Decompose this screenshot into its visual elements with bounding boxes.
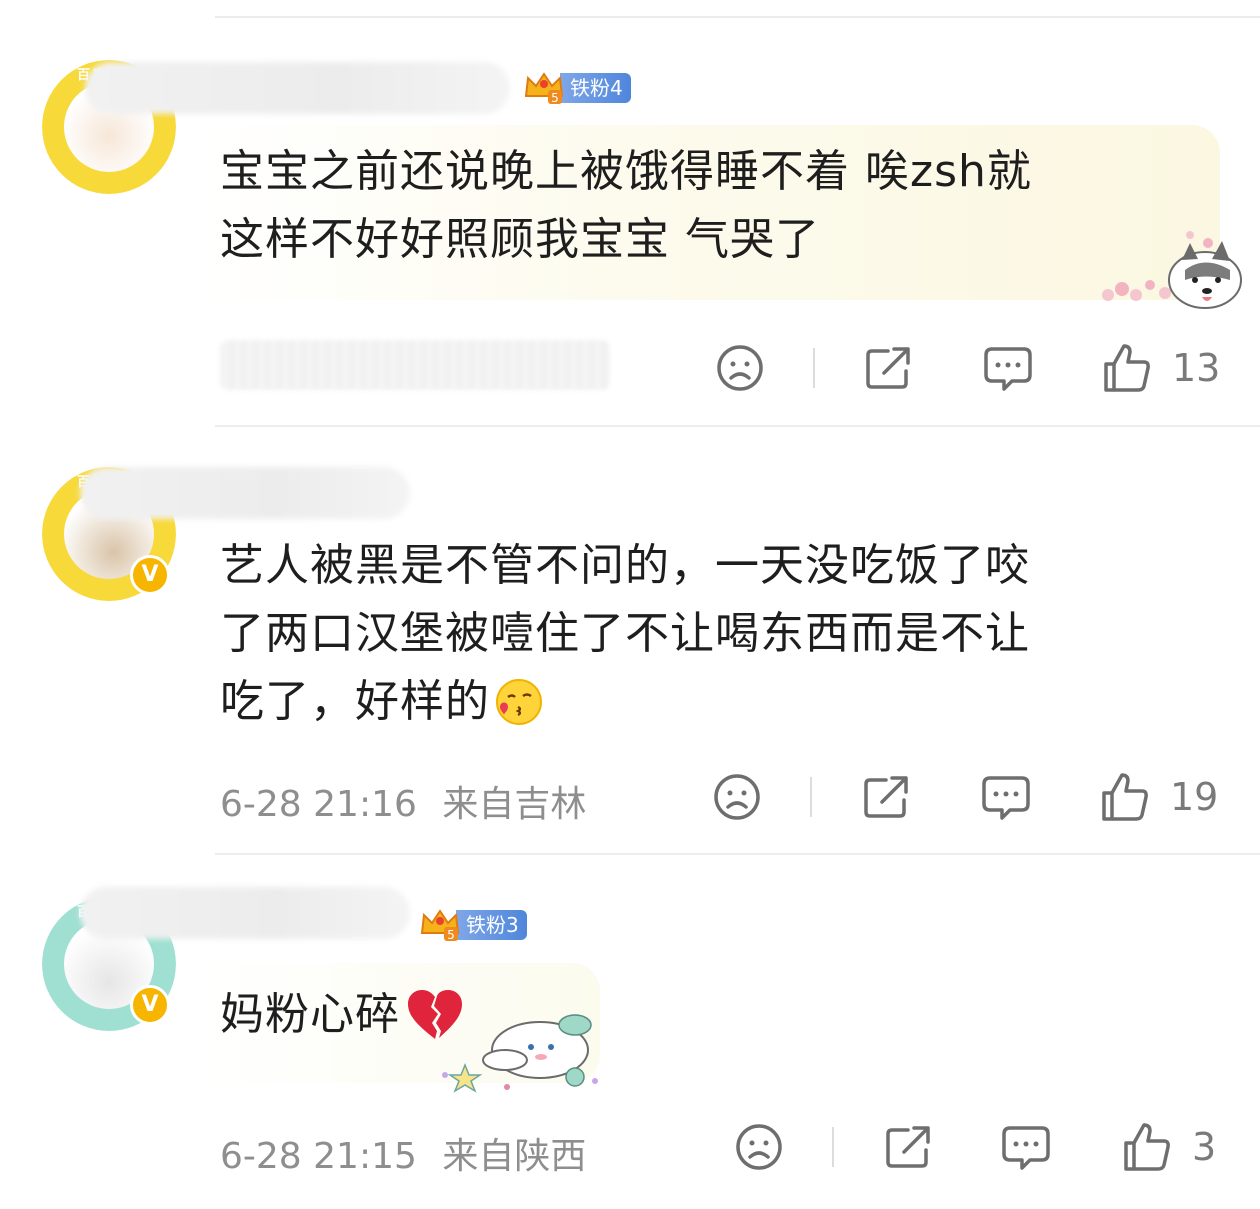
thumbs-up-icon — [1100, 342, 1152, 394]
comment-line-last: 吃了，好样的 — [220, 668, 1030, 736]
cinnamoroll-bubble-decoration — [435, 1005, 625, 1095]
sad-face-icon — [715, 343, 765, 393]
action-separator — [810, 777, 812, 817]
comment-bubble-icon — [980, 772, 1032, 822]
share-button[interactable] — [862, 338, 914, 398]
share-button[interactable] — [860, 767, 912, 827]
crown-icon: 5 — [522, 70, 566, 106]
action-separator — [813, 348, 815, 388]
action-bar: 19 — [0, 767, 1260, 827]
dislike-button[interactable] — [734, 1117, 784, 1177]
comment-content[interactable]: 宝宝之前还说晚上被饿得睡不着 唉zsh就 这样不好好照顾我宝宝 气哭了 — [220, 138, 1032, 274]
username-blurred[interactable] — [80, 887, 410, 939]
action-bar: 3 — [0, 1117, 1260, 1177]
verified-badge: V — [130, 985, 170, 1025]
username-blurred[interactable] — [80, 467, 410, 519]
like-count: 3 — [1192, 1125, 1217, 1169]
fan-badge[interactable]: 5 铁粉3 — [418, 907, 527, 943]
share-icon — [860, 772, 912, 822]
verified-badge: V — [130, 555, 170, 595]
thumbs-up-icon — [1120, 1121, 1172, 1173]
kiss-face-emoji — [494, 677, 544, 727]
fan-badge-label: 铁粉4 — [560, 73, 631, 103]
husky-bubble-decoration — [1090, 225, 1250, 315]
comment-line: 宝宝之前还说晚上被饿得睡不着 唉zsh就 — [220, 146, 1032, 197]
like-button[interactable]: 3 — [1120, 1117, 1216, 1177]
comment-content[interactable]: 艺人被黑是不管不问的，一天没吃饭了咬 了两口汉堡被噎住了不让喝东西而是不让 吃了… — [220, 532, 1030, 736]
comment-line: 艺人被黑是不管不问的，一天没吃饭了咬 — [220, 540, 1030, 591]
sad-face-icon — [734, 1122, 784, 1172]
reply-button[interactable] — [980, 767, 1032, 827]
like-count: 19 — [1170, 775, 1219, 819]
dislike-button[interactable] — [715, 338, 765, 398]
comment-line: 了两口汉堡被噎住了不让喝东西而是不让 — [220, 608, 1030, 659]
comment-item-1: 百字闹田 5 铁粉4 宝宝之前还说晚上被饿得睡不着 唉zsh就 这样不好好照顾我… — [0, 0, 1260, 425]
fan-level: 5 — [551, 91, 559, 105]
share-icon — [862, 343, 914, 393]
crown-icon: 5 — [418, 907, 462, 943]
like-count: 13 — [1172, 346, 1221, 390]
thumbs-up-icon — [1098, 771, 1150, 823]
dislike-button[interactable] — [712, 767, 762, 827]
fan-level: 5 — [447, 928, 455, 942]
comment-item-2: 百字闹田 V 艺人被黑是不管不问的，一天没吃饭了咬 了两口汉堡被噎住了不让喝东西… — [0, 427, 1260, 853]
sad-face-icon — [712, 772, 762, 822]
comment-line: 这样不好好照顾我宝宝 气哭了 — [220, 214, 820, 265]
comment-item-3: 百字闹田 V 5 铁粉3 妈粉心碎 — [0, 855, 1260, 1209]
fan-badge[interactable]: 5 铁粉4 — [522, 70, 631, 106]
share-button[interactable] — [882, 1117, 934, 1177]
comment-bubble-icon — [1000, 1122, 1052, 1172]
like-button[interactable]: 19 — [1098, 767, 1218, 827]
username-blurred[interactable] — [85, 62, 510, 114]
fan-badge-label: 铁粉3 — [456, 910, 527, 940]
action-bar: 13 — [0, 338, 1260, 398]
comment-line: 妈粉心碎 — [220, 989, 400, 1040]
action-separator — [832, 1127, 834, 1167]
comment-line: 吃了，好样的 — [220, 676, 490, 727]
reply-button[interactable] — [982, 338, 1034, 398]
comment-bubble-icon — [982, 343, 1034, 393]
like-button[interactable]: 13 — [1100, 338, 1220, 398]
reply-button[interactable] — [1000, 1117, 1052, 1177]
share-icon — [882, 1122, 934, 1172]
comment-content[interactable]: 妈粉心碎 — [220, 981, 466, 1049]
